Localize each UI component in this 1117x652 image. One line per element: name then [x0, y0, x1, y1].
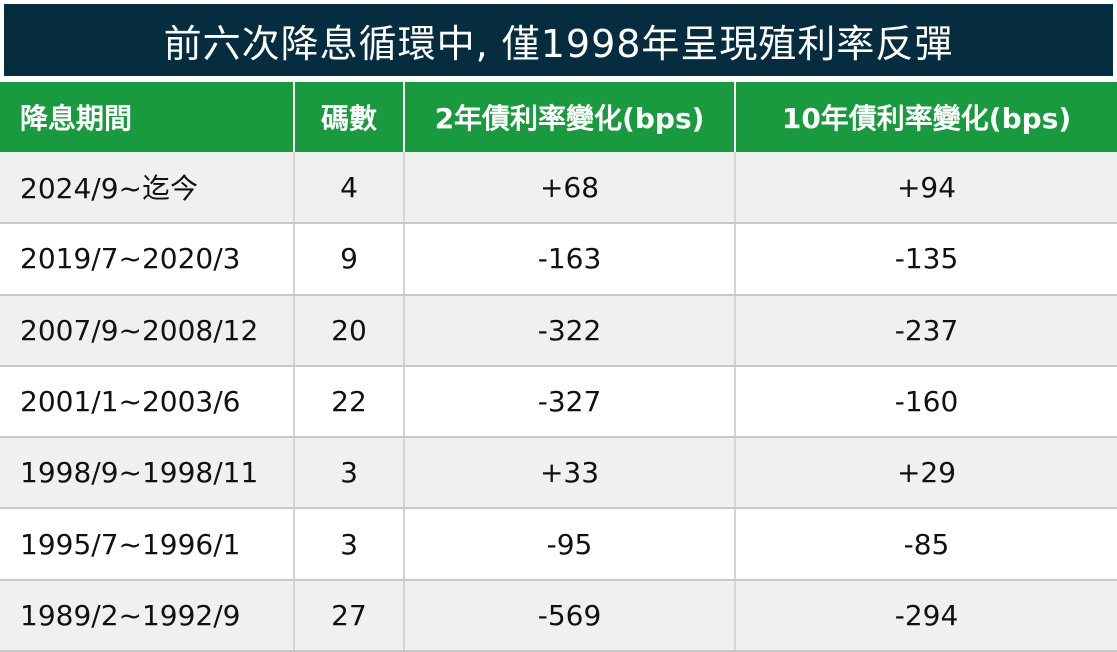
y10-change-cell: -237	[735, 294, 1117, 367]
y2-change-cell: +33	[404, 437, 736, 510]
cuts-cell: 9	[294, 223, 405, 296]
table-row: 1995/7~1996/1 3 -95 -85	[0, 508, 1117, 581]
y2-change-cell: -569	[404, 579, 736, 652]
period-cell: 1995/7~1996/1	[0, 508, 295, 581]
y10-change-cell: +29	[735, 437, 1117, 510]
y2-change-cell: -163	[404, 223, 736, 296]
cuts-cell: 27	[294, 579, 405, 652]
period-cell: 2007/9~2008/12	[0, 294, 295, 367]
header-2y-change: 2年債利率變化(bps)	[404, 82, 736, 152]
table-header-row: 降息期間 碼數 2年債利率變化(bps) 10年債利率變化(bps)	[0, 82, 1117, 152]
period-cell: 2024/9~迄今	[0, 152, 295, 225]
table-row: 2019/7~2020/3 9 -163 -135	[0, 223, 1117, 296]
table-row: 2024/9~迄今 4 +68 +94	[0, 152, 1117, 225]
y2-change-cell: -327	[404, 365, 736, 439]
cuts-cell: 3	[294, 508, 405, 581]
page-title: 前六次降息循環中, 僅1998年呈現殖利率反彈	[4, 4, 1113, 76]
rate-cut-table: 降息期間 碼數 2年債利率變化(bps) 10年債利率變化(bps) 2024/…	[0, 82, 1117, 652]
y2-change-cell: -322	[404, 294, 736, 367]
y10-change-cell: -135	[735, 223, 1117, 296]
period-cell: 1998/9~1998/11	[0, 437, 295, 510]
y2-change-cell: -95	[404, 508, 736, 581]
period-cell: 2019/7~2020/3	[0, 223, 295, 296]
table-row: 1998/9~1998/11 3 +33 +29	[0, 437, 1117, 510]
header-10y-change: 10年債利率變化(bps)	[735, 82, 1117, 152]
table-row: 2001/1~2003/6 22 -327 -160	[0, 365, 1117, 439]
y10-change-cell: -160	[735, 365, 1117, 439]
cuts-cell: 3	[294, 437, 405, 510]
table-row: 1989/2~1992/9 27 -569 -294	[0, 579, 1117, 652]
cuts-cell: 20	[294, 294, 405, 367]
period-cell: 2001/1~2003/6	[0, 365, 295, 439]
y10-change-cell: -294	[735, 579, 1117, 652]
table-row: 2007/9~2008/12 20 -322 -237	[0, 294, 1117, 367]
header-cuts: 碼數	[294, 82, 405, 152]
y2-change-cell: +68	[404, 152, 736, 225]
header-period: 降息期間	[0, 82, 295, 152]
period-cell: 1989/2~1992/9	[0, 579, 295, 652]
y10-change-cell: -85	[735, 508, 1117, 581]
cuts-cell: 4	[294, 152, 405, 225]
cuts-cell: 22	[294, 365, 405, 439]
y10-change-cell: +94	[735, 152, 1117, 225]
